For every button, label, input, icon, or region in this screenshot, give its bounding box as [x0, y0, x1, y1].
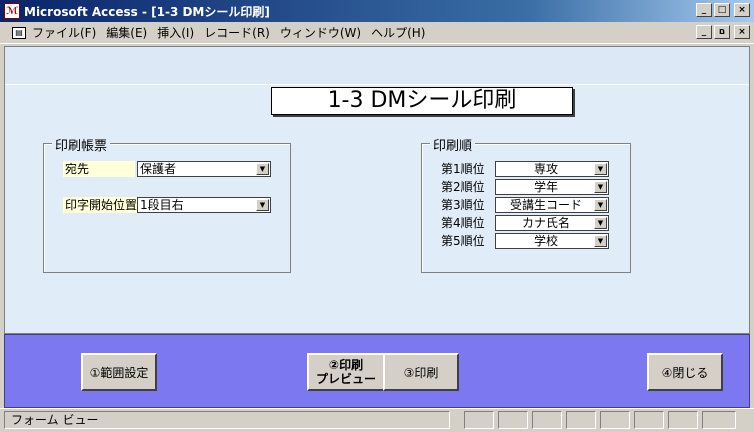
print-button[interactable]: ③印刷: [383, 353, 459, 391]
menu-window[interactable]: ウィンドウ(W): [280, 24, 361, 41]
status-cell: [566, 411, 596, 429]
menu-insert[interactable]: 挿入(I): [157, 24, 194, 41]
dropdown-arrow-icon[interactable]: ▼: [594, 199, 607, 211]
menu-edit[interactable]: 編集(E): [106, 24, 147, 41]
order-label-2: 第2順位: [441, 180, 485, 194]
status-cell: [600, 411, 630, 429]
status-cell: [668, 411, 698, 429]
form-icon[interactable]: ▤: [12, 26, 26, 39]
order-select-1[interactable]: 専攻 ▼: [495, 161, 609, 177]
status-bar: フォーム ビュー: [0, 408, 754, 432]
window-title-bar[interactable]: ℳ Microsoft Access - [1-3 DMシール印刷] _ □ ×: [0, 0, 754, 22]
dropdown-arrow-icon[interactable]: ▼: [256, 163, 269, 175]
status-cell: [532, 411, 562, 429]
menu-help[interactable]: ヘルプ(H): [371, 24, 425, 41]
print-preview-label-line1: ②印刷: [328, 358, 364, 372]
form-footer: ①範囲設定 ②印刷 プレビュー ③印刷 ④閉じる: [4, 334, 750, 408]
access-icon[interactable]: ℳ: [4, 3, 20, 19]
print-form-group-label: 印刷帳票: [52, 135, 111, 154]
minimize-button[interactable]: _: [696, 3, 712, 17]
child-close-button[interactable]: ×: [734, 25, 750, 39]
print-order-group-label: 印刷順: [430, 135, 476, 154]
dropdown-arrow-icon[interactable]: ▼: [594, 163, 607, 175]
order-select-2[interactable]: 学年 ▼: [495, 179, 609, 195]
order-label-4: 第4順位: [441, 216, 485, 230]
order-select-5[interactable]: 学校 ▼: [495, 233, 609, 249]
dropdown-arrow-icon[interactable]: ▼: [594, 181, 607, 193]
dropdown-arrow-icon[interactable]: ▼: [594, 217, 607, 229]
dropdown-arrow-icon[interactable]: ▼: [256, 199, 269, 211]
dropdown-arrow-icon[interactable]: ▼: [594, 235, 607, 247]
range-settings-button[interactable]: ①範囲設定: [81, 353, 157, 391]
menu-bar: ▤ ファイル(F) 編集(E) 挿入(I) レコード(R) ウィンドウ(W) ヘ…: [0, 22, 754, 44]
child-restore-button[interactable]: ם: [714, 25, 730, 39]
order-select-3[interactable]: 受講生コード ▼: [495, 197, 609, 213]
child-minimize-button[interactable]: _: [696, 25, 712, 39]
order-value-3: 受講生コード: [509, 198, 582, 212]
status-cell: [702, 411, 736, 429]
close-button[interactable]: ×: [734, 3, 750, 17]
menu-file[interactable]: ファイル(F): [32, 24, 96, 41]
order-label-1: 第1順位: [441, 162, 485, 176]
destination-value: 保護者: [140, 162, 177, 176]
order-value-5: 学校: [533, 234, 558, 248]
form-body: 1-3 DMシール印刷 印刷帳票 宛先 保護者 ▼ 印字開始位置 1段目右 ▼ …: [4, 46, 750, 334]
order-value-1: 専攻: [533, 162, 558, 176]
status-cell: [498, 411, 528, 429]
window-title: Microsoft Access - [1-3 DMシール印刷]: [24, 4, 270, 19]
start-position-select[interactable]: 1段目右 ▼: [137, 197, 271, 213]
order-select-4[interactable]: カナ氏名 ▼: [495, 215, 609, 231]
status-view-text: フォーム ビュー: [4, 411, 450, 429]
destination-label: 宛先: [63, 161, 135, 177]
order-label-5: 第5順位: [441, 234, 485, 248]
start-position-label: 印字開始位置: [63, 197, 138, 213]
start-position-value: 1段目右: [140, 198, 184, 212]
form-title: 1-3 DMシール印刷: [271, 87, 573, 115]
order-value-4: カナ氏名: [521, 216, 570, 230]
order-label-3: 第3順位: [441, 198, 485, 212]
menu-records[interactable]: レコード(R): [204, 24, 270, 41]
maximize-button[interactable]: □: [714, 3, 730, 17]
print-preview-button[interactable]: ②印刷 プレビュー: [307, 353, 385, 391]
close-form-button[interactable]: ④閉じる: [647, 353, 723, 391]
status-cell: [634, 411, 664, 429]
print-preview-label-line2: プレビュー: [315, 372, 376, 386]
destination-select[interactable]: 保護者 ▼: [137, 161, 271, 177]
status-cell: [464, 411, 494, 429]
form-header-band: [5, 47, 749, 85]
order-value-2: 学年: [533, 180, 558, 194]
